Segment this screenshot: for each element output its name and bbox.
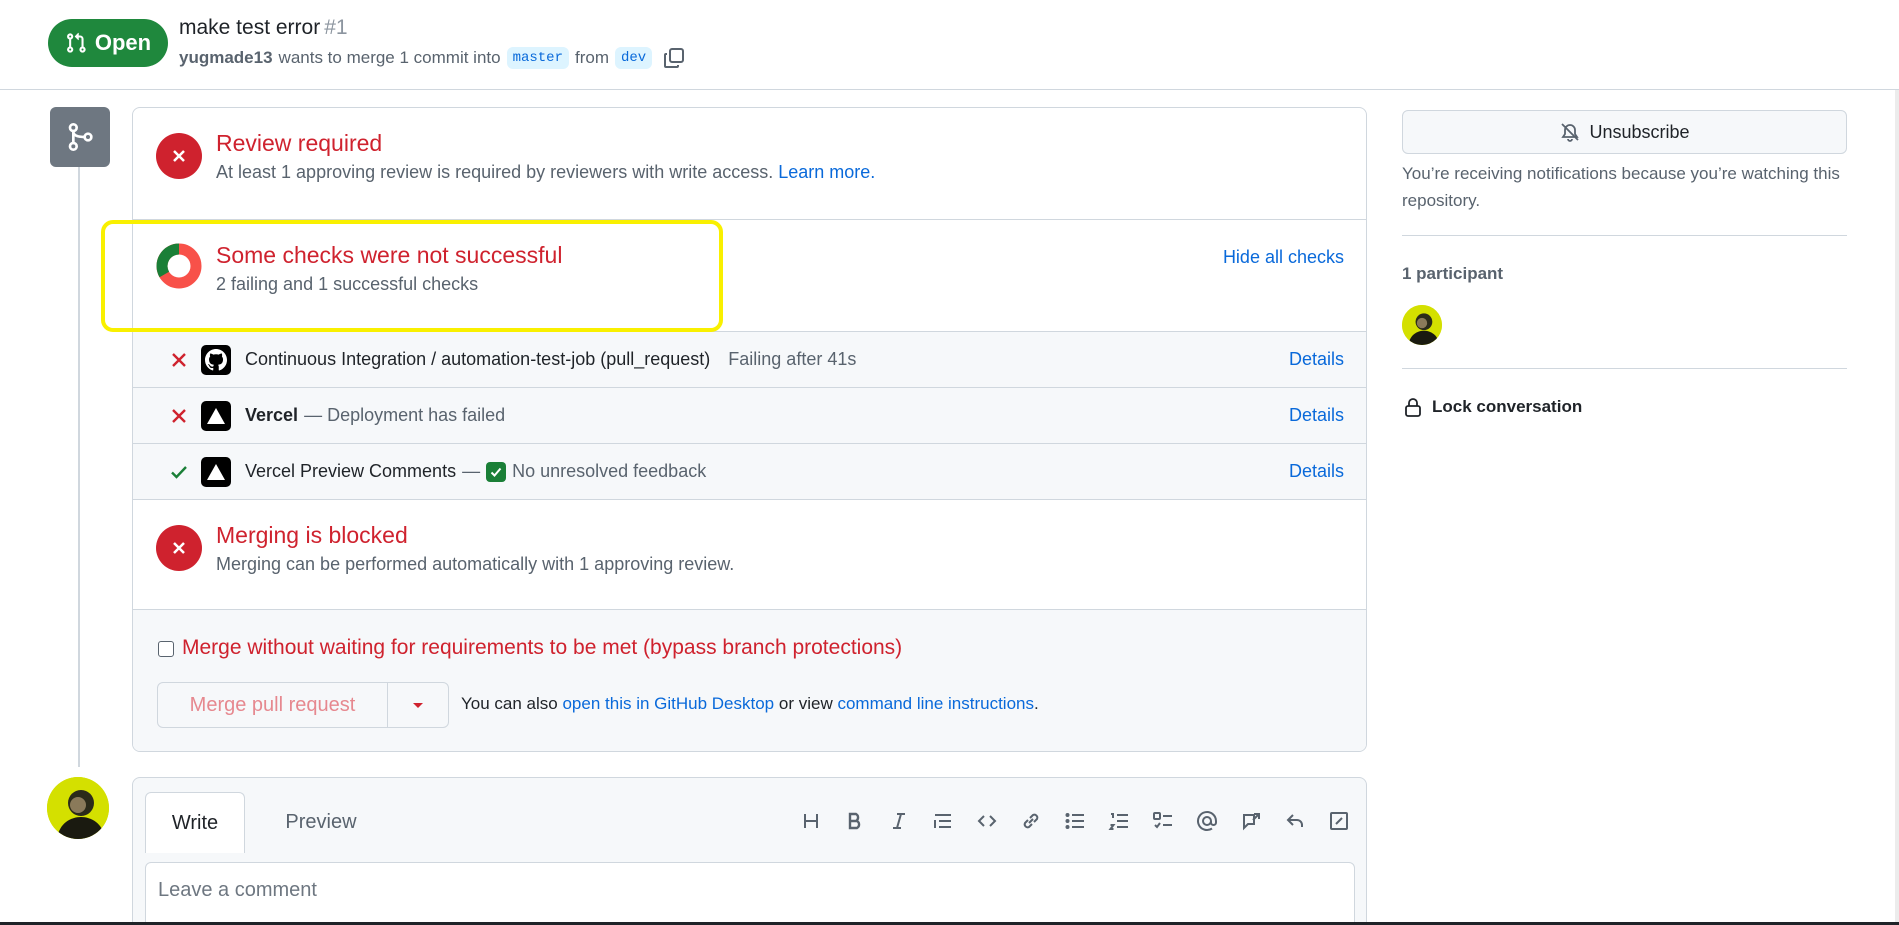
check-details-link[interactable]: Details [1289, 405, 1344, 426]
checkbox-checked-icon [486, 461, 507, 482]
ordered-list-icon[interactable] [1104, 806, 1134, 836]
divider [1402, 235, 1847, 236]
divider [1402, 368, 1847, 369]
pr-number: #1 [324, 16, 348, 39]
pr-header: Open make test error #1 yugmade13 wants t… [0, 0, 1899, 90]
x-icon [172, 408, 186, 423]
also-text-2: or view [778, 694, 833, 713]
check-text: Vercel Preview Comments — No unresolved … [245, 461, 706, 482]
scrollbar[interactable] [1895, 90, 1899, 925]
fullscreen-icon[interactable] [1324, 806, 1354, 836]
review-required-title: Review required [216, 130, 383, 156]
merge-pull-request-button[interactable]: Merge pull request [158, 683, 388, 727]
bypass-label[interactable]: Merge without waiting for requirements t… [182, 636, 902, 660]
page-title: make test error #1 [179, 16, 348, 40]
checks-summary-section: Some checks were not successful 2 failin… [133, 220, 1366, 332]
check-name: Vercel Preview Comments [245, 461, 457, 481]
heading-icon[interactable] [796, 806, 826, 836]
check-row: Vercel — Deployment has failed Details [133, 388, 1366, 444]
comment-textarea[interactable]: Leave a comment [145, 862, 1355, 925]
x-circle-icon [156, 133, 202, 179]
review-desc-text: At least 1 approving review is required … [216, 162, 774, 182]
avatar[interactable] [47, 777, 109, 839]
copy-icon[interactable] [662, 46, 686, 70]
cross-reference-icon[interactable] [1236, 806, 1266, 836]
vercel-icon [201, 400, 231, 431]
check-row: Continuous Integration / automation-test… [133, 332, 1366, 388]
checks-desc: 2 failing and 1 successful checks [216, 274, 479, 294]
check-detail: No unresolved feedback [512, 461, 707, 481]
checks-title: Some checks were not successful [216, 242, 563, 268]
reply-icon[interactable] [1280, 806, 1310, 836]
merge-text: wants to merge 1 commit into [278, 48, 501, 67]
from-text: from [575, 48, 609, 67]
check-detail: — Deployment has failed [304, 405, 506, 425]
bold-icon[interactable] [840, 806, 870, 836]
vercel-icon [201, 456, 231, 487]
merging-blocked-desc: Merging can be performed automatically w… [216, 554, 735, 574]
review-required-section: Review required At least 1 approving rev… [133, 108, 1366, 220]
pr-subtitle: yugmade13 wants to merge 1 commit into m… [179, 46, 686, 70]
check-text: Vercel — Deployment has failed [245, 405, 505, 426]
status-label: Open [94, 30, 152, 55]
merging-blocked-title: Merging is blocked [216, 522, 408, 548]
timeline-line [78, 167, 80, 767]
status-badge: Open [48, 19, 168, 67]
lock-conversation-button[interactable]: Lock conversation [1402, 396, 1582, 418]
github-icon [201, 344, 231, 375]
merging-blocked-section: Merging is blocked Merging can be perfor… [133, 500, 1366, 610]
check-row: Vercel Preview Comments — No unresolved … [133, 444, 1366, 500]
github-desktop-link[interactable]: open this in GitHub Desktop [562, 694, 774, 713]
also-text-1: You can also [461, 694, 558, 713]
check-name: Continuous Integration / automation-test… [245, 349, 711, 369]
base-branch[interactable]: master [506, 47, 569, 69]
merge-options-dropdown[interactable] [388, 683, 448, 727]
x-circle-icon [156, 525, 202, 571]
check-icon [171, 465, 187, 479]
italic-icon[interactable] [884, 806, 914, 836]
head-branch[interactable]: dev [615, 47, 653, 69]
merge-button-group: Merge pull request [157, 682, 449, 728]
bell-slash-icon [1561, 123, 1580, 142]
tab-write[interactable]: Write [145, 792, 245, 853]
author-link[interactable]: yugmade13 [179, 48, 273, 68]
command-line-link[interactable]: command line instructions [837, 694, 1034, 713]
task-list-icon[interactable] [1148, 806, 1178, 836]
comment-composer: Write Preview Leave a comment [132, 777, 1367, 925]
bypass-checkbox[interactable] [158, 641, 174, 657]
merge-alternatives-text: You can also open this in GitHub Desktop… [461, 694, 1039, 714]
participants-label: 1 participant [1402, 264, 1504, 283]
also-text-3: . [1034, 694, 1039, 713]
pull-request-icon [66, 32, 86, 53]
review-required-desc: At least 1 approving review is required … [216, 162, 875, 183]
check-name: Vercel [245, 405, 299, 425]
lock-icon [1405, 398, 1421, 417]
learn-more-link[interactable]: Learn more. [778, 162, 875, 182]
markdown-toolbar [796, 806, 1354, 836]
git-merge-icon [50, 107, 110, 167]
check-detail: Failing after 41s [728, 349, 857, 369]
notification-reason: You’re receiving notifications because y… [1402, 164, 1840, 210]
caret-down-icon [413, 703, 423, 708]
check-details-link[interactable]: Details [1289, 461, 1344, 482]
code-icon[interactable] [972, 806, 1002, 836]
merge-action-area [133, 610, 1366, 751]
pr-title-text: make test error [179, 16, 321, 39]
pull-request-page: Open make test error #1 yugmade13 wants t… [0, 0, 1899, 925]
check-separator: — [462, 461, 481, 481]
quote-icon[interactable] [928, 806, 958, 836]
unsubscribe-label: Unsubscribe [1589, 121, 1690, 142]
tab-preview[interactable]: Preview [271, 792, 371, 853]
mention-icon[interactable] [1192, 806, 1222, 836]
unsubscribe-button[interactable]: Unsubscribe [1402, 110, 1847, 154]
checks-status-donut-icon [156, 243, 202, 289]
link-icon[interactable] [1016, 806, 1046, 836]
check-text: Continuous Integration / automation-test… [245, 349, 856, 370]
check-details-link[interactable]: Details [1289, 349, 1344, 370]
unordered-list-icon[interactable] [1060, 806, 1090, 836]
lock-label: Lock conversation [1432, 397, 1583, 416]
participant-avatar[interactable] [1402, 305, 1442, 345]
x-icon [172, 352, 186, 367]
hide-all-checks-link[interactable]: Hide all checks [1223, 247, 1344, 268]
